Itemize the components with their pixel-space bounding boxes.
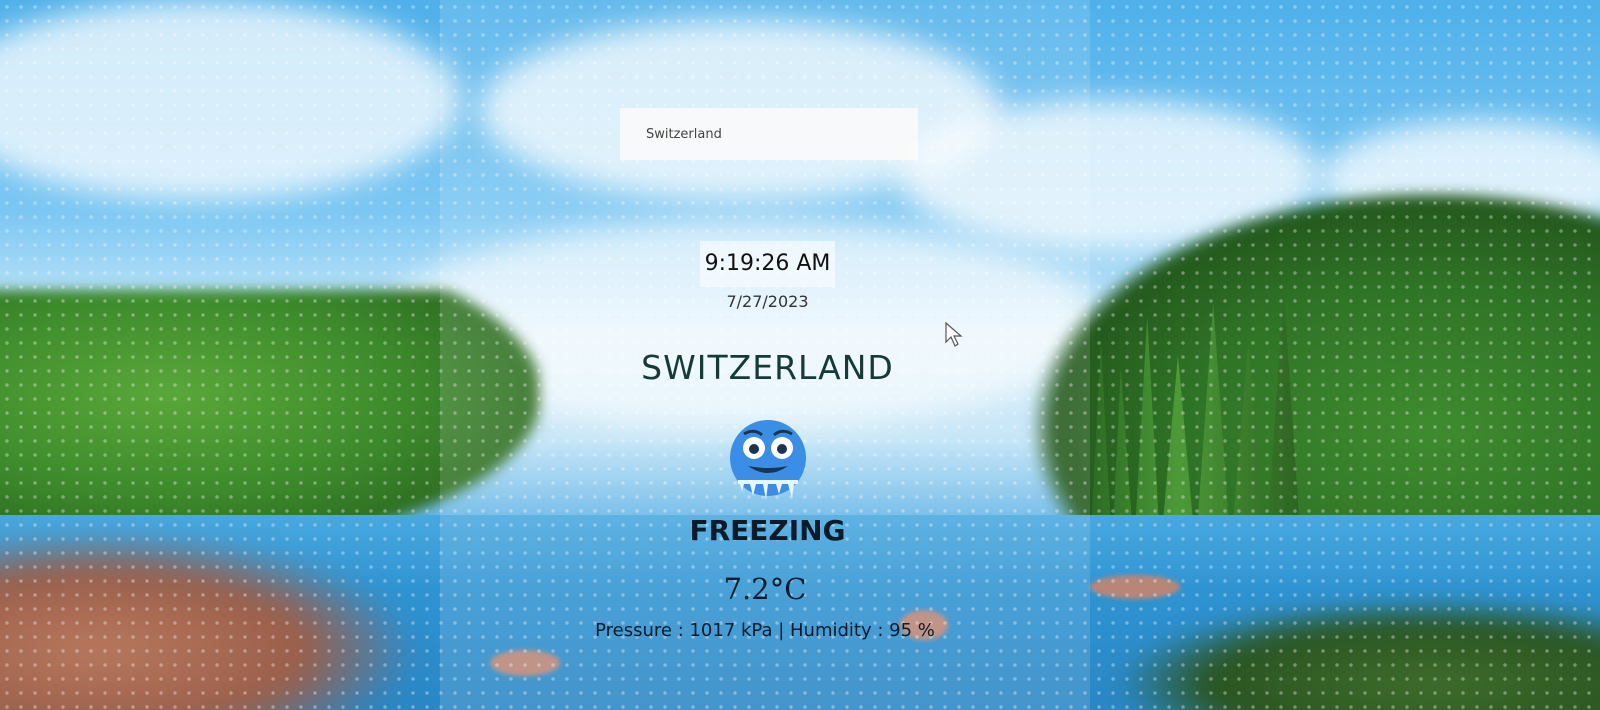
pressure-humidity-details: Pressure : 1017 kPa | Humidity : 95 % xyxy=(595,620,935,641)
cloud xyxy=(0,0,460,200)
freezing-face-icon xyxy=(726,418,810,502)
shore-right xyxy=(1120,600,1600,710)
mouse-cursor-icon xyxy=(945,321,963,348)
temperature: 7.2°C xyxy=(723,572,807,606)
current-time: 9:19:26 AM xyxy=(700,241,835,287)
rock xyxy=(1090,575,1180,599)
city-search-input[interactable] xyxy=(620,108,918,160)
shore-left xyxy=(0,530,420,710)
current-date: 7/27/2023 xyxy=(726,292,809,311)
weather-condition: FREEZING xyxy=(689,514,846,547)
city-name: SWITZERLAND xyxy=(641,348,894,387)
